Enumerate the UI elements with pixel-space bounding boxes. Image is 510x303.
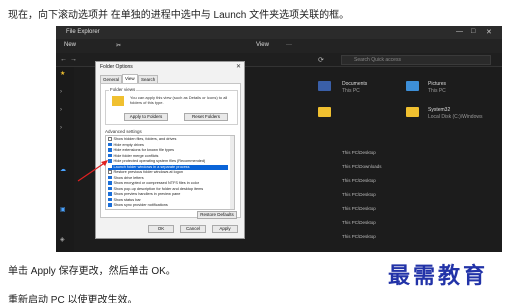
- instruction-apply: 单击 Apply 保存更改，然后单击 OK。: [8, 266, 176, 277]
- explorer-screenshot: File Explorer — □ ✕ New ✂ View ··· ← → ⟳…: [56, 26, 502, 252]
- instruction-restart: 重新启动 PC 以使更改生效。: [8, 295, 138, 303]
- red-arrow-annotation: [77, 160, 108, 182]
- watermark-logo: 最需教育: [388, 263, 489, 289]
- instruction-text: 现在，向下滚动选项并 在单独的进程中选中与 Launch 文件夹选项关联的框。: [8, 10, 350, 21]
